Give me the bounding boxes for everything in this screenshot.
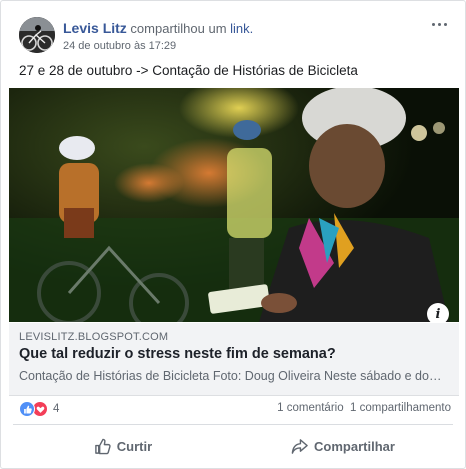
comment-share-counts: 1 comentário 1 compartilhamento bbox=[277, 402, 451, 414]
reactions-summary[interactable]: 4 bbox=[19, 401, 59, 417]
shared-link[interactable]: link. bbox=[230, 21, 253, 36]
shared-verb: compartilhou um bbox=[130, 21, 227, 36]
share-button[interactable]: Compartilhar bbox=[233, 428, 453, 464]
like-button-label: Curtir bbox=[116, 438, 153, 454]
post-actions: Curtir Compartilhar bbox=[13, 428, 453, 464]
author-line: Levis Litz compartilhou um link. bbox=[63, 20, 253, 36]
link-domain: LEVISLITZ.BLOGSPOT.COM bbox=[19, 331, 169, 343]
author-name[interactable]: Levis Litz bbox=[63, 20, 127, 36]
link-preview-card[interactable]: LEVISLITZ.BLOGSPOT.COM Que tal reduzir o… bbox=[9, 323, 459, 396]
author-avatar[interactable] bbox=[19, 17, 55, 53]
reaction-count: 4 bbox=[53, 403, 60, 415]
post-timestamp[interactable]: 24 de outubro às 17:29 bbox=[63, 40, 176, 52]
shared-text: compartilhou um link. bbox=[130, 21, 253, 36]
shares-count[interactable]: 1 compartilhamento bbox=[350, 402, 451, 414]
link-title[interactable]: Que tal reduzir o stress neste fim de se… bbox=[19, 346, 336, 362]
thumbs-up-icon bbox=[94, 438, 111, 454]
more-options-icon[interactable] bbox=[425, 17, 453, 31]
post-stats: 4 1 comentário 1 compartilhamento bbox=[19, 401, 451, 419]
post-header: Levis Litz compartilhou um link. 24 de o… bbox=[19, 17, 453, 57]
link-preview-image[interactable]: i bbox=[9, 88, 459, 322]
info-icon[interactable]: i bbox=[427, 303, 449, 322]
post-text: 27 e 28 de outubro -> Contação de Histór… bbox=[19, 63, 358, 78]
link-description: Contação de Histórias de Bicicleta Foto:… bbox=[19, 369, 449, 383]
actions-divider bbox=[13, 424, 453, 425]
like-reaction-icon bbox=[19, 401, 35, 417]
share-arrow-icon bbox=[291, 438, 308, 454]
feed-post: Levis Litz compartilhou um link. 24 de o… bbox=[0, 0, 466, 469]
like-button[interactable]: Curtir bbox=[13, 428, 233, 464]
share-button-label: Compartilhar bbox=[314, 438, 395, 454]
comments-count[interactable]: 1 comentário bbox=[277, 402, 343, 414]
